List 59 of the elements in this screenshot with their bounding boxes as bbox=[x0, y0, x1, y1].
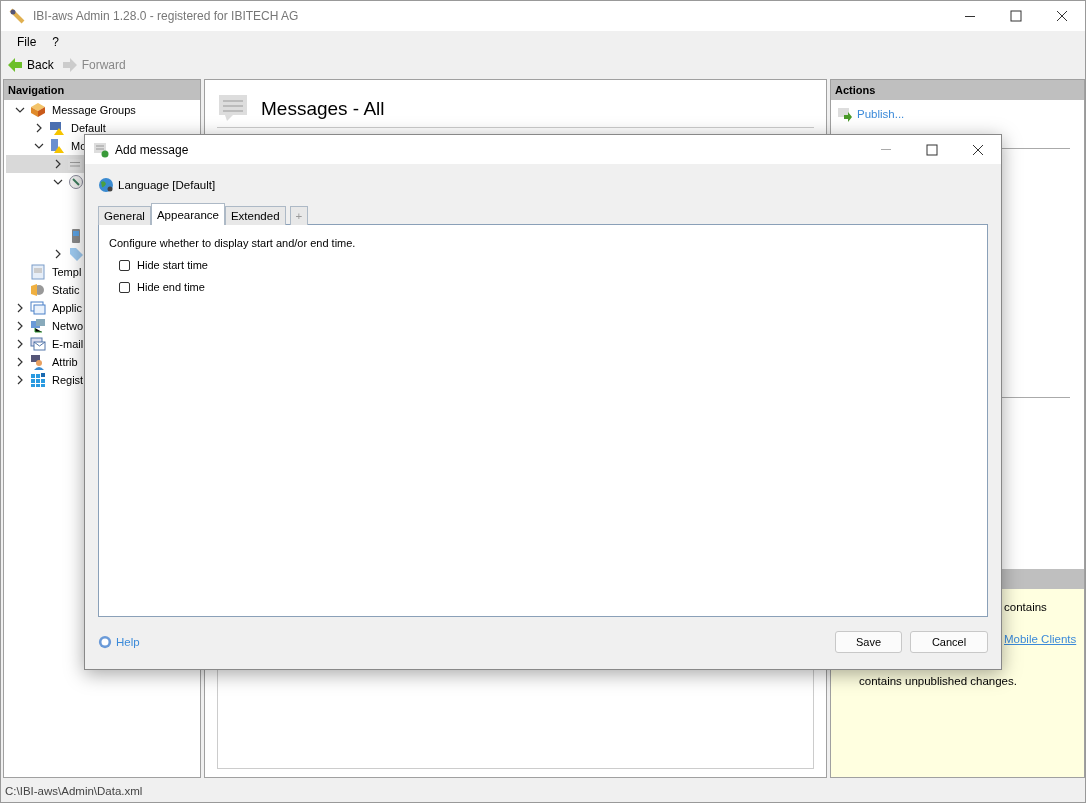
app-logo-icon bbox=[9, 8, 25, 24]
tree-item[interactable]: Default bbox=[71, 122, 106, 134]
menu-item[interactable]: File bbox=[9, 35, 45, 49]
page-title: Messages - All bbox=[261, 97, 385, 120]
checkbox[interactable] bbox=[119, 259, 130, 271]
add-message-icon bbox=[93, 141, 109, 158]
status-text: C:\IBI-aws\Admin\Data.xml bbox=[4, 784, 144, 799]
chevron-down-icon[interactable] bbox=[34, 141, 44, 151]
template-icon bbox=[30, 264, 46, 280]
menu-item[interactable]: ? bbox=[44, 35, 68, 49]
tree-item[interactable]: Netwo bbox=[52, 320, 84, 332]
tree-item[interactable]: Regist bbox=[52, 374, 84, 386]
checkbox[interactable] bbox=[119, 281, 130, 293]
tree-item[interactable]: Templ bbox=[52, 266, 82, 278]
checkbox-option[interactable]: Hide end time bbox=[109, 281, 977, 293]
info-text: contains bbox=[1003, 601, 1048, 613]
save-button[interactable]: Save bbox=[835, 631, 902, 653]
cancel-button[interactable]: Cancel bbox=[910, 631, 988, 653]
grid-icon bbox=[30, 372, 46, 388]
maximize-icon bbox=[924, 141, 940, 158]
chevron-right-icon[interactable] bbox=[34, 123, 44, 133]
tab[interactable]: General bbox=[98, 206, 151, 225]
panel-title: Actions bbox=[831, 80, 1084, 100]
language-label: Language [Default] bbox=[118, 179, 216, 191]
device-warning-icon bbox=[49, 138, 65, 154]
tree-item[interactable]: Applic bbox=[52, 302, 82, 314]
window-title: IBI-aws Admin 1.28.0 - registered for IBITECH AG bbox=[33, 9, 299, 23]
arrow-right-icon bbox=[61, 57, 78, 73]
dialog-title: Add message bbox=[115, 142, 189, 157]
chevron-right-icon[interactable] bbox=[53, 249, 63, 259]
tab[interactable]: Extended bbox=[224, 206, 286, 225]
envelope-icon bbox=[30, 336, 46, 352]
monitor-warning-icon bbox=[49, 120, 65, 136]
action-link[interactable]: Publish... bbox=[857, 108, 905, 120]
minimize-icon bbox=[965, 15, 975, 17]
publish-icon bbox=[837, 106, 853, 122]
checkbox-option[interactable]: Hide start time bbox=[109, 259, 977, 271]
close-icon bbox=[1054, 8, 1070, 24]
panel-title: Navigation bbox=[4, 80, 200, 100]
box-icon bbox=[30, 102, 46, 118]
back-button[interactable]: Back bbox=[7, 57, 54, 73]
chevron-right-icon[interactable] bbox=[53, 159, 63, 169]
tab[interactable]: Appearance bbox=[150, 203, 225, 225]
description-text: Configure whether to display start and/or end time. bbox=[109, 237, 357, 249]
maximize-icon bbox=[1008, 8, 1024, 24]
chevron-down-icon[interactable] bbox=[15, 105, 25, 115]
tree-item[interactable]: Message Groups bbox=[52, 104, 136, 116]
arrow-left-icon bbox=[7, 57, 23, 73]
tree-item[interactable]: Attrib bbox=[52, 356, 78, 368]
minimize-icon bbox=[881, 149, 891, 150]
chevron-down-icon[interactable] bbox=[53, 177, 63, 187]
tag-icon bbox=[68, 246, 84, 262]
tree-item[interactable]: Static bbox=[52, 284, 80, 296]
window-icon bbox=[30, 300, 46, 316]
person-icon bbox=[30, 354, 46, 370]
tree-item[interactable]: E-mail bbox=[52, 338, 84, 350]
info-text: contains unpublished changes. bbox=[858, 675, 1018, 687]
network-icon bbox=[30, 318, 46, 334]
globe-icon bbox=[98, 177, 114, 193]
